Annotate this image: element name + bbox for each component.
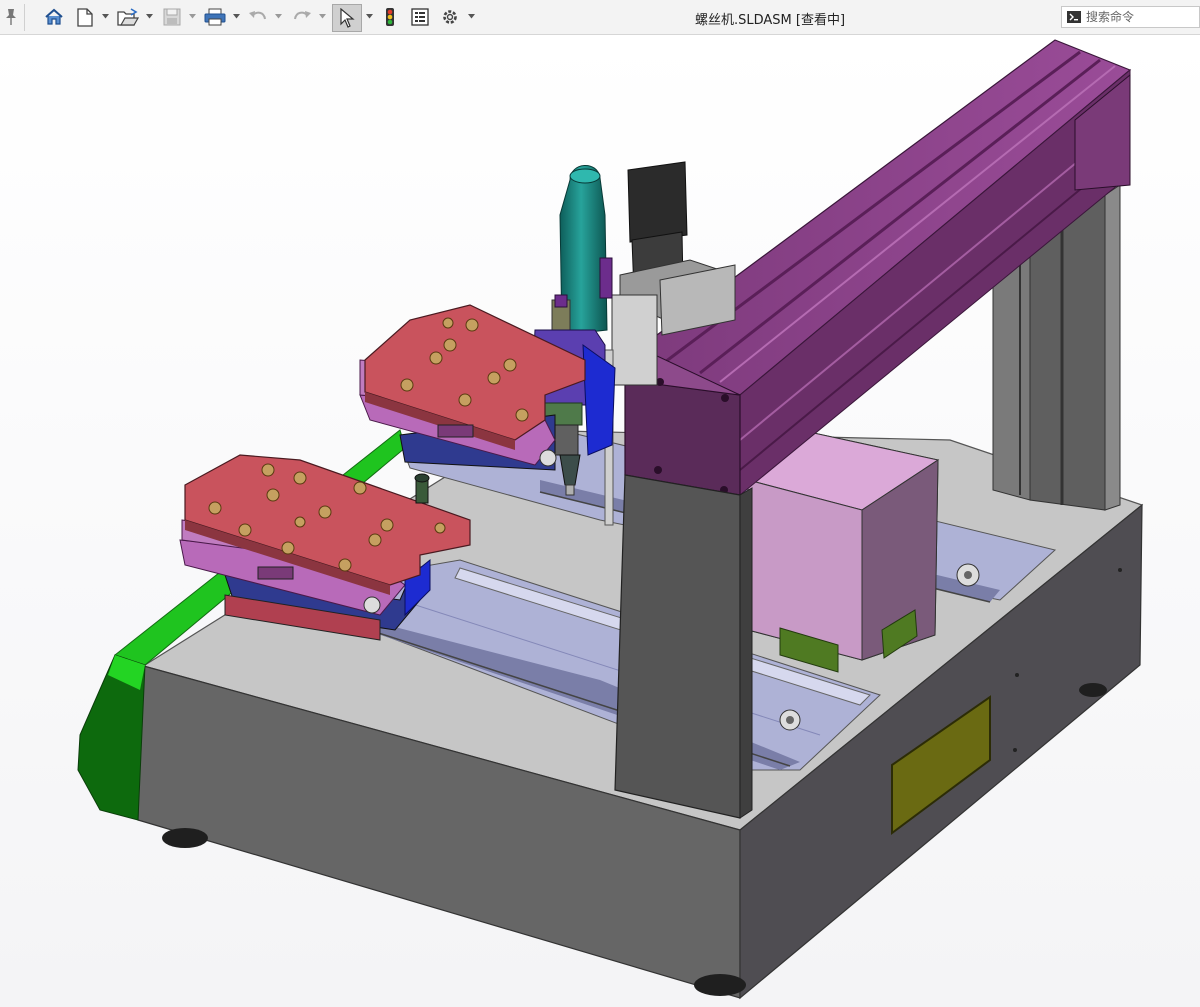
new-dropdown-chevron-down-icon[interactable]	[102, 14, 109, 19]
file-properties-icon	[411, 8, 429, 26]
save-icon	[163, 8, 181, 26]
command-search-box[interactable]	[1061, 6, 1200, 28]
options-dropdown-chevron-down-icon[interactable]	[468, 14, 475, 19]
assembly-model-render[interactable]	[0, 36, 1200, 1007]
print-icon	[204, 8, 226, 26]
toolbar-separator	[24, 4, 25, 31]
title-toolbar-bar: 螺丝机.SLDASM [查看中]	[0, 0, 1200, 35]
undo-dropdown-chevron-down-icon[interactable]	[275, 14, 282, 19]
command-prompt-icon	[1067, 11, 1081, 23]
undo-icon	[249, 11, 266, 20]
graphics-viewport[interactable]	[0, 36, 1200, 1007]
select-button[interactable]	[332, 4, 362, 32]
print-dropdown-chevron-down-icon[interactable]	[233, 14, 240, 19]
redo-button[interactable]	[290, 6, 314, 28]
select-icon	[340, 8, 355, 28]
pin-icon[interactable]	[4, 8, 18, 26]
z-slide-plate	[611, 294, 658, 386]
save-dropdown-chevron-down-icon[interactable]	[189, 14, 196, 19]
front-gantry-column[interactable]	[614, 474, 753, 819]
open-icon	[117, 7, 139, 26]
window-title: 螺丝机.SLDASM [查看中]	[694, 13, 846, 28]
home-icon	[45, 8, 63, 25]
command-search-input[interactable]	[1086, 9, 1196, 25]
undo-button[interactable]	[246, 6, 270, 28]
select-dropdown-chevron-down-icon[interactable]	[366, 14, 373, 19]
print-button[interactable]	[202, 6, 228, 28]
rebuild-icon	[386, 8, 394, 26]
electrical-cabinet[interactable]	[747, 429, 940, 673]
options-button[interactable]	[438, 6, 462, 28]
redo-icon	[294, 11, 311, 20]
file-properties-button[interactable]	[408, 6, 432, 28]
redo-dropdown-chevron-down-icon[interactable]	[319, 14, 326, 19]
new-document-icon	[77, 7, 93, 27]
options-gear-icon	[443, 10, 457, 24]
save-button[interactable]	[160, 6, 184, 28]
open-button[interactable]	[115, 6, 141, 28]
home-button[interactable]	[42, 6, 66, 28]
open-dropdown-chevron-down-icon[interactable]	[146, 14, 153, 19]
rebuild-button[interactable]	[380, 6, 400, 28]
new-document-button[interactable]	[73, 6, 97, 28]
